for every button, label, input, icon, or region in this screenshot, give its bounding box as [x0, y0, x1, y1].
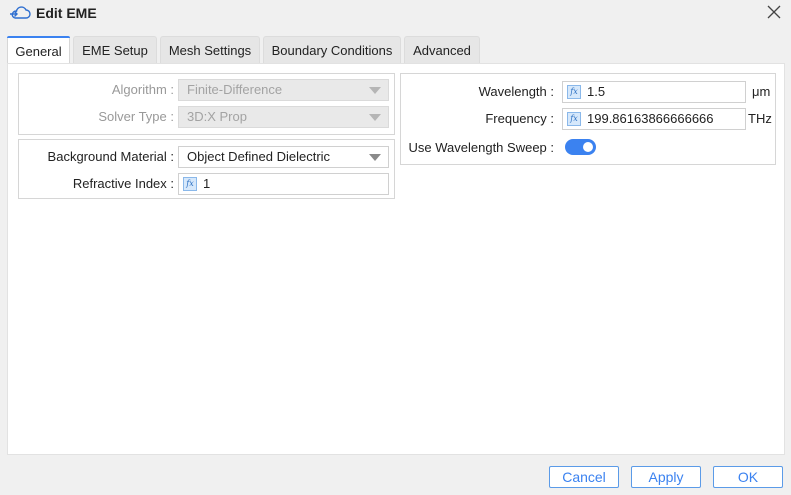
material-group: Background Material : Object Defined Die…: [18, 139, 395, 199]
background-material-value: Object Defined Dielectric: [187, 149, 331, 164]
frequency-unit: THz: [748, 111, 772, 126]
refractive-index-value: 1: [203, 176, 211, 191]
tab-eme-setup[interactable]: EME Setup: [73, 36, 157, 63]
chevron-down-icon: [369, 114, 381, 121]
cancel-button[interactable]: Cancel: [549, 466, 619, 488]
apply-button[interactable]: Apply: [631, 466, 701, 488]
tab-general[interactable]: General: [7, 36, 70, 65]
background-material-select[interactable]: Object Defined Dielectric: [178, 146, 389, 168]
general-panel: Algorithm : Finite-Difference Solver Typ…: [7, 63, 785, 455]
source-group: Wavelength : fx 1.5 μm Frequency : fx 19…: [400, 73, 776, 165]
cloud-arrow-icon: [10, 6, 31, 19]
toggle-knob: [583, 142, 593, 152]
tab-mesh-settings[interactable]: Mesh Settings: [160, 36, 260, 63]
refractive-index-label: Refractive Index :: [72, 176, 174, 191]
wavelength-value: 1.5: [587, 84, 606, 99]
solver-type-label: Solver Type :: [98, 109, 174, 124]
ok-button[interactable]: OK: [713, 466, 783, 488]
solver-type-select: 3D:X Prop: [178, 106, 389, 128]
refractive-index-input[interactable]: fx 1: [178, 173, 389, 195]
wavelength-unit: μm: [752, 84, 771, 99]
frequency-value: 199.86163866666666: [587, 111, 714, 126]
fx-icon[interactable]: fx: [567, 112, 581, 126]
fx-icon[interactable]: fx: [183, 177, 197, 191]
solver-group: Algorithm : Finite-Difference Solver Typ…: [18, 73, 395, 135]
algorithm-value: Finite-Difference: [187, 82, 283, 97]
wavelength-input[interactable]: fx 1.5: [562, 81, 746, 103]
wavelength-label: Wavelength :: [478, 84, 554, 99]
background-material-label: Background Material :: [47, 149, 174, 164]
fx-icon[interactable]: fx: [567, 85, 581, 99]
wavelength-sweep-toggle[interactable]: [565, 139, 596, 155]
title-bar: Edit EME: [0, 0, 791, 26]
frequency-input[interactable]: fx 199.86163866666666: [562, 108, 746, 130]
frequency-label: Frequency :: [485, 111, 554, 126]
solver-type-value: 3D:X Prop: [187, 109, 247, 124]
tab-advanced[interactable]: Advanced: [404, 36, 480, 63]
algorithm-label: Algorithm :: [111, 82, 174, 97]
algorithm-select: Finite-Difference: [178, 79, 389, 101]
close-icon[interactable]: [765, 3, 783, 21]
chevron-down-icon: [369, 87, 381, 94]
window-title: Edit EME: [36, 5, 97, 21]
chevron-down-icon: [369, 154, 381, 161]
wavelength-sweep-label: Use Wavelength Sweep :: [408, 140, 554, 155]
tab-boundary-conditions[interactable]: Boundary Conditions: [263, 36, 401, 63]
